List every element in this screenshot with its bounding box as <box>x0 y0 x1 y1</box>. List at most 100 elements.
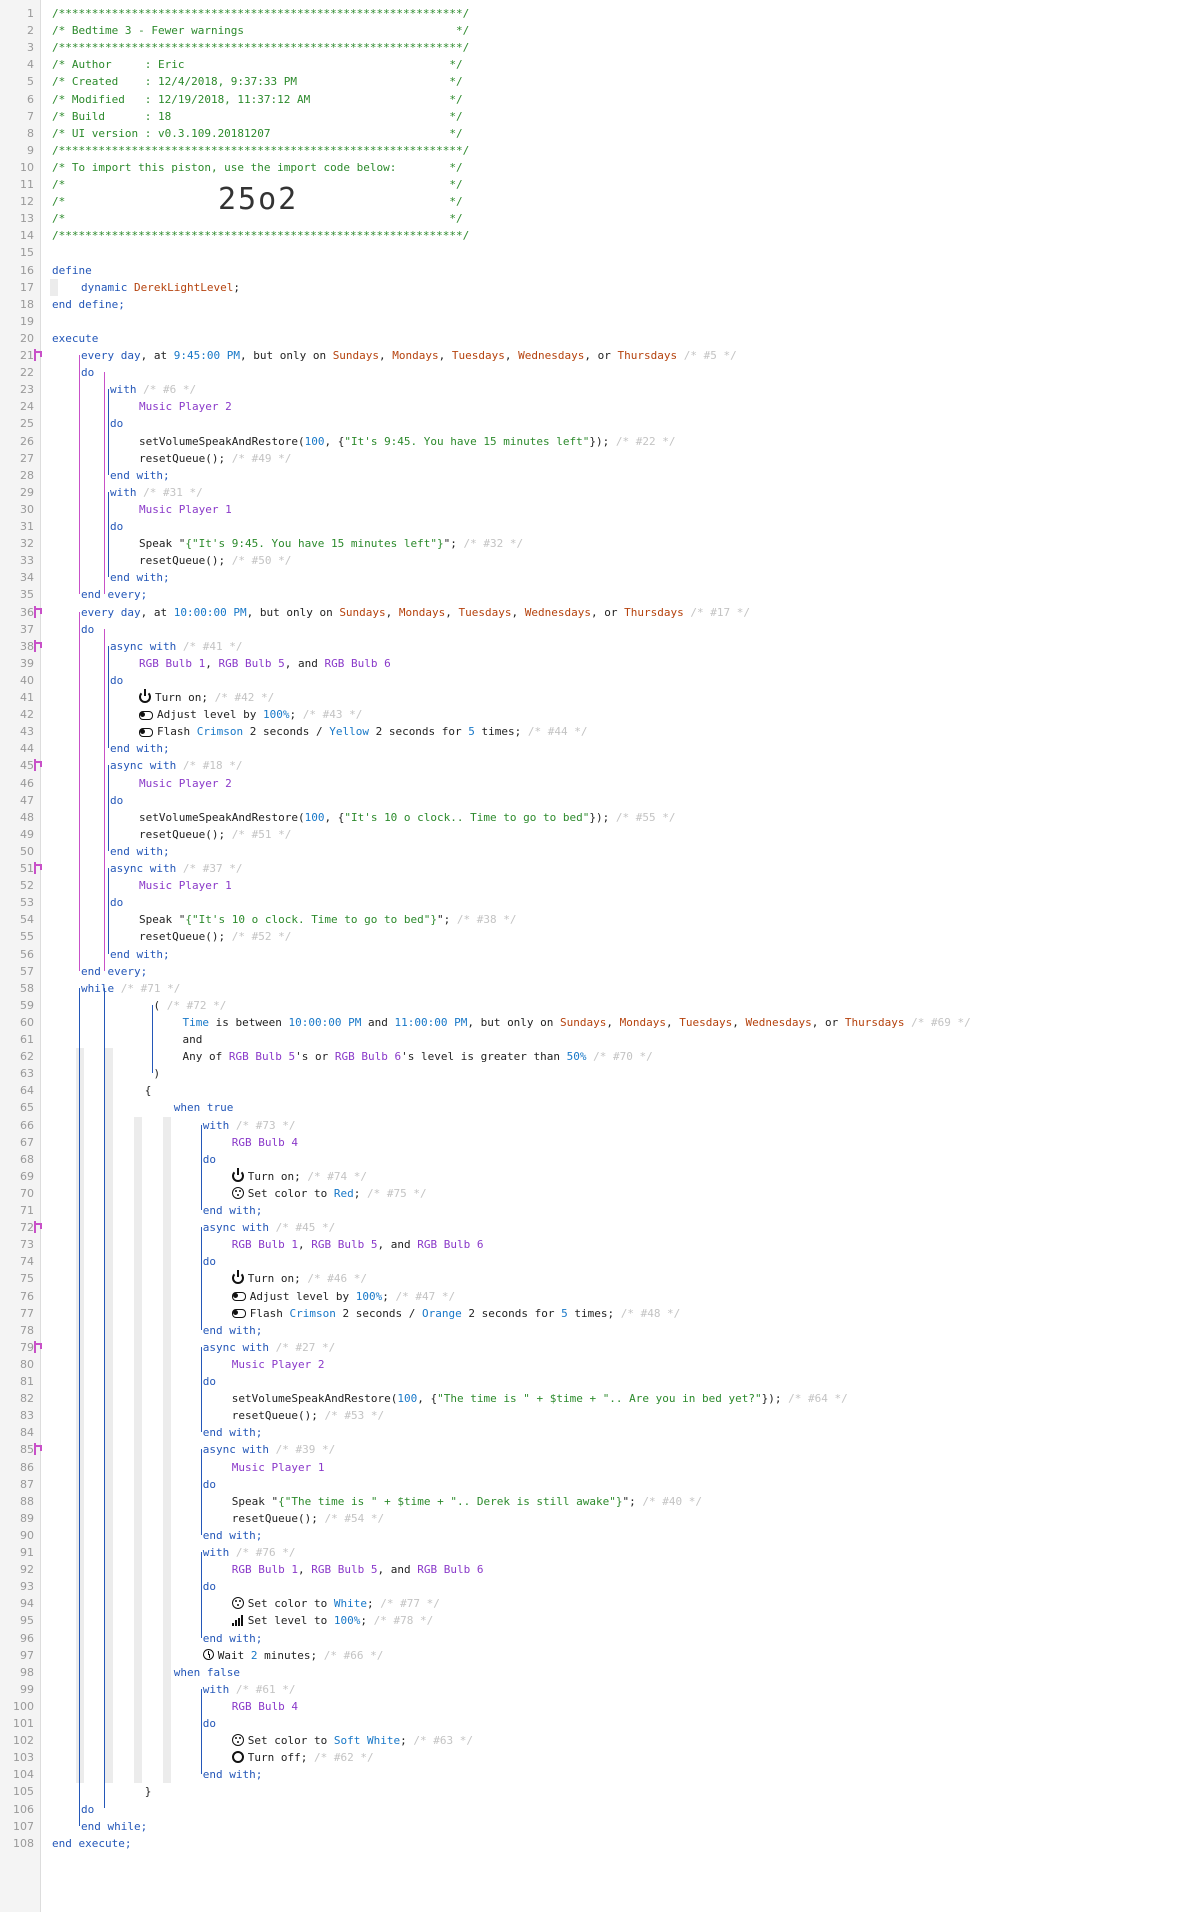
code-text: end define; <box>52 296 125 313</box>
code-token: RGB Bulb 6 <box>417 1563 484 1577</box>
code-token: /* #75 */ <box>360 1186 427 1200</box>
code-text: end every; <box>81 963 147 980</box>
code-text: Music Player 2 <box>139 398 232 415</box>
line-number: 55 <box>20 930 34 944</box>
code-token: resetQueue(); <box>231 1511 318 1525</box>
code-token: , <box>379 349 393 362</box>
code-line: 89 resetQueue(); /* #54 */ <box>0 1510 1178 1527</box>
code-token: /* #52 */ <box>225 930 292 944</box>
code-text: Set color to Soft White; /* #63 */ <box>231 1732 473 1749</box>
code-token: /* UI version : v0.3.109.20181207 */ <box>52 126 463 140</box>
code-token: "It's 10 o clock.. Time to go to bed" <box>344 810 590 824</box>
code-text: with /* #73 */ <box>203 1117 296 1134</box>
line-number: 11 <box>20 178 34 191</box>
code-token: async with <box>110 862 177 875</box>
code-text: Any of RGB Bulb 5's or RGB Bulb 6's leve… <box>183 1048 653 1065</box>
line-number: 101 <box>13 1717 34 1730</box>
toggle-icon <box>231 1292 246 1301</box>
code-token: minutes; <box>257 1648 318 1662</box>
code-token: end with; <box>110 947 170 961</box>
code-token: Thursdays <box>624 605 684 619</box>
code-line: 78 end with; <box>0 1322 1178 1339</box>
code-token: with <box>202 1546 230 1559</box>
code-token: end with; <box>110 571 170 585</box>
code-text: with /* #6 */ <box>110 381 196 398</box>
code-text: Music Player 1 <box>232 1459 325 1476</box>
line-number: 94 <box>20 1597 34 1611</box>
code-text: end with; <box>110 467 170 484</box>
code-text: end with; <box>203 1766 263 1783</box>
code-text: /***************************************… <box>52 227 469 244</box>
code-token: /* #47 */ <box>388 1289 456 1303</box>
code-token: Flash <box>249 1306 290 1320</box>
code-text: with /* #76 */ <box>203 1544 296 1561</box>
code-token: Mondays <box>398 605 446 619</box>
code-token: /* #37 */ <box>176 862 243 875</box>
code-token: /* #72 */ <box>166 998 227 1012</box>
code-token: 100% <box>262 708 290 722</box>
code-token: 100 <box>304 810 325 824</box>
code-line: 84 end with; <box>0 1424 1178 1441</box>
code-token: Wait <box>217 1648 251 1662</box>
line-number: 86 <box>20 1460 34 1474</box>
code-token: DerekLightLevel <box>133 280 234 294</box>
code-line: 97 Wait 2 minutes; /* #66 */ <box>0 1647 1178 1664</box>
code-token: Music Player 1 <box>139 879 232 893</box>
code-token: /* #22 */ <box>609 434 676 448</box>
code-token: 100% <box>355 1289 383 1303</box>
line-number: 12 <box>20 195 34 209</box>
code-token: "; <box>443 537 457 551</box>
line-number: 43 <box>20 725 34 739</box>
line-number: 51 <box>20 862 34 875</box>
line-number: 62 <box>20 1050 34 1064</box>
code-text: end while; <box>81 1818 147 1835</box>
code-line: 28 end with; <box>0 467 1178 484</box>
code-token: 's or <box>295 1050 335 1064</box>
line-number: 65 <box>20 1101 34 1115</box>
code-token: /* Author : Eric */ <box>52 58 463 72</box>
code-token: , and <box>284 656 325 670</box>
code-text: every day, at 10:00:00 PM, but only on S… <box>81 604 750 621</box>
line-number: 108 <box>13 1836 34 1850</box>
code-token: RGB Bulb 5 <box>311 1563 378 1577</box>
power-icon <box>139 689 151 703</box>
code-token: end execute; <box>52 1836 132 1850</box>
line-number: 39 <box>20 656 34 670</box>
code-line: 3 /**************************************… <box>0 39 1178 56</box>
code-line: 71 end with; <box>0 1202 1178 1219</box>
code-token: execute <box>52 331 99 345</box>
code-line: 2 /* Bedtime 3 - Fewer warnings */ <box>0 22 1178 39</box>
code-text: Music Player 2 <box>139 775 232 792</box>
code-token: ; <box>367 1597 374 1611</box>
code-token: /* #41 */ <box>176 639 243 653</box>
code-token: with <box>110 485 137 499</box>
code-token: Any of <box>182 1050 229 1064</box>
code-text: /* */ <box>52 210 463 227</box>
code-line: 68 do <box>0 1151 1178 1168</box>
code-token: /* #73 */ <box>229 1118 296 1132</box>
code-line: 94 Set color to White; /* #77 */ <box>0 1595 1178 1612</box>
code-token: end with; <box>110 468 170 482</box>
code-token: end every; <box>81 588 148 602</box>
code-line: 62 Any of RGB Bulb 5's or RGB Bulb 6's le… <box>0 1048 1178 1065</box>
code-token: /* To import this piston, use the import… <box>52 160 463 174</box>
toggle-icon <box>231 1309 246 1319</box>
code-line: 88 Speak "{"The time is " + $time + ".. D… <box>0 1493 1178 1510</box>
code-token: times; <box>567 1306 615 1320</box>
code-text: Turn on; /* #42 */ <box>139 689 274 706</box>
code-token: /* #50 */ <box>225 554 292 568</box>
code-line: 37 do <box>0 621 1178 638</box>
code-line: 18 end define; <box>0 296 1178 313</box>
line-number: 53 <box>20 896 34 910</box>
line-number: 52 <box>20 879 34 893</box>
line-number: 31 <box>20 520 34 533</box>
line-number: 46 <box>20 776 34 790</box>
code-line: 11/* */ <box>0 176 1178 193</box>
level-icon <box>231 1614 244 1626</box>
code-text: Set color to White; /* #77 */ <box>231 1595 440 1612</box>
code-text: setVolumeSpeakAndRestore(100, {"It's 10 … <box>139 809 675 826</box>
code-token: Orange <box>422 1306 462 1320</box>
code-token: RGB Bulb 5 <box>311 1238 378 1252</box>
code-line: 82 setVolumeSpeakAndRestore(100, {"The ti… <box>0 1390 1178 1407</box>
code-token: Music Player 1 <box>139 502 232 516</box>
